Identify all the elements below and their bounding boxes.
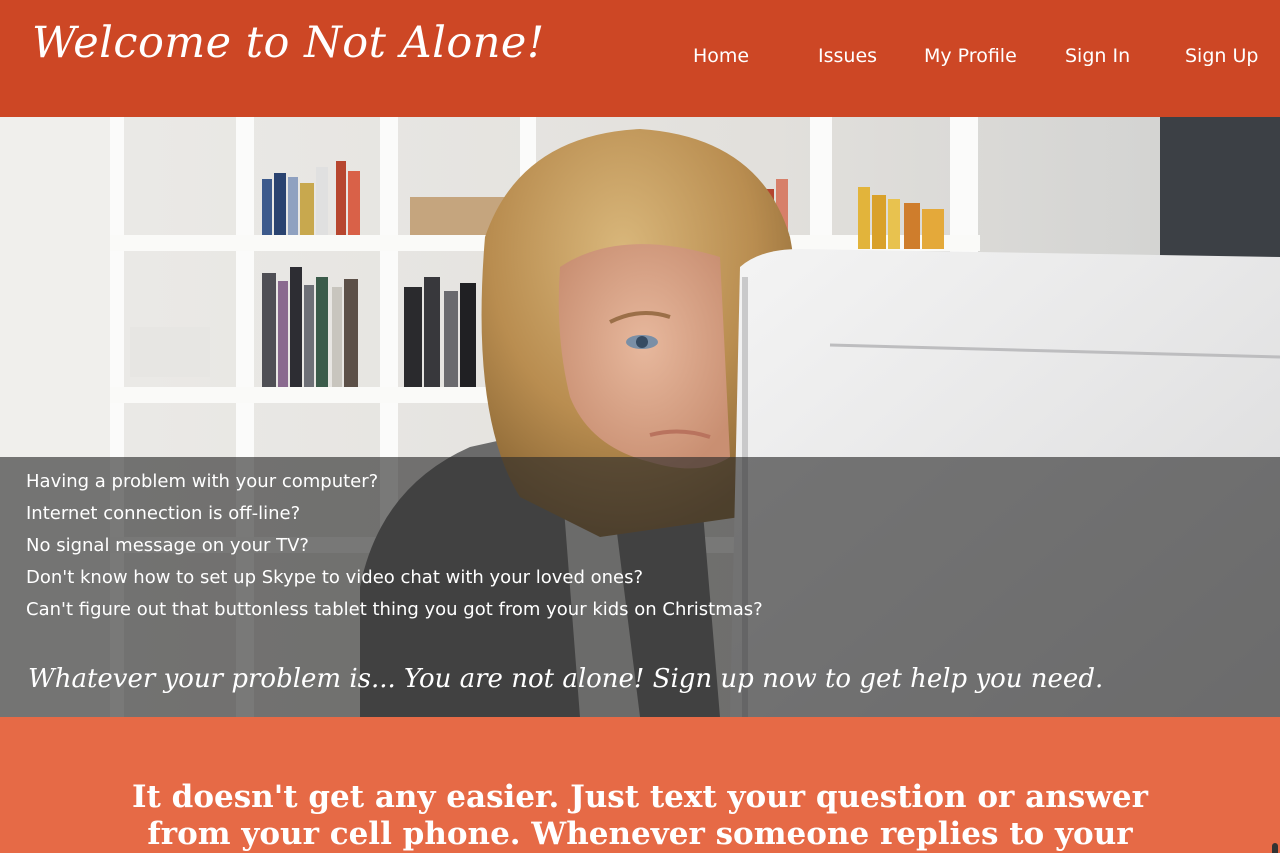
nav-sign-up[interactable]: Sign Up	[1185, 45, 1258, 67]
info-band-text: It doesn't get any easier. Just text you…	[132, 779, 1148, 852]
hero-tagline: Whatever your problem is... You are not …	[28, 664, 1104, 694]
problem-line: Having a problem with your computer?	[26, 471, 379, 492]
problem-line: Can't figure out that buttonless tablet …	[26, 599, 763, 620]
resize-grip-icon[interactable]	[1272, 843, 1278, 853]
problem-line: Internet connection is off-line?	[26, 503, 301, 524]
problem-line: Don't know how to set up Skype to video …	[26, 567, 644, 588]
site-title: Welcome to Not Alone!	[32, 18, 545, 68]
nav-home[interactable]: Home	[693, 45, 749, 67]
site-header: Welcome to Not Alone! Home Issues My Pro…	[0, 0, 1280, 117]
nav-issues[interactable]: Issues	[818, 45, 877, 67]
nav-sign-in[interactable]: Sign In	[1065, 45, 1130, 67]
info-band: It doesn't get any easier. Just text you…	[0, 717, 1280, 853]
problem-line: No signal message on your TV?	[26, 535, 309, 556]
nav-my-profile[interactable]: My Profile	[924, 45, 1017, 67]
hero-section: Having a problem with your computer? Int…	[0, 117, 1280, 717]
